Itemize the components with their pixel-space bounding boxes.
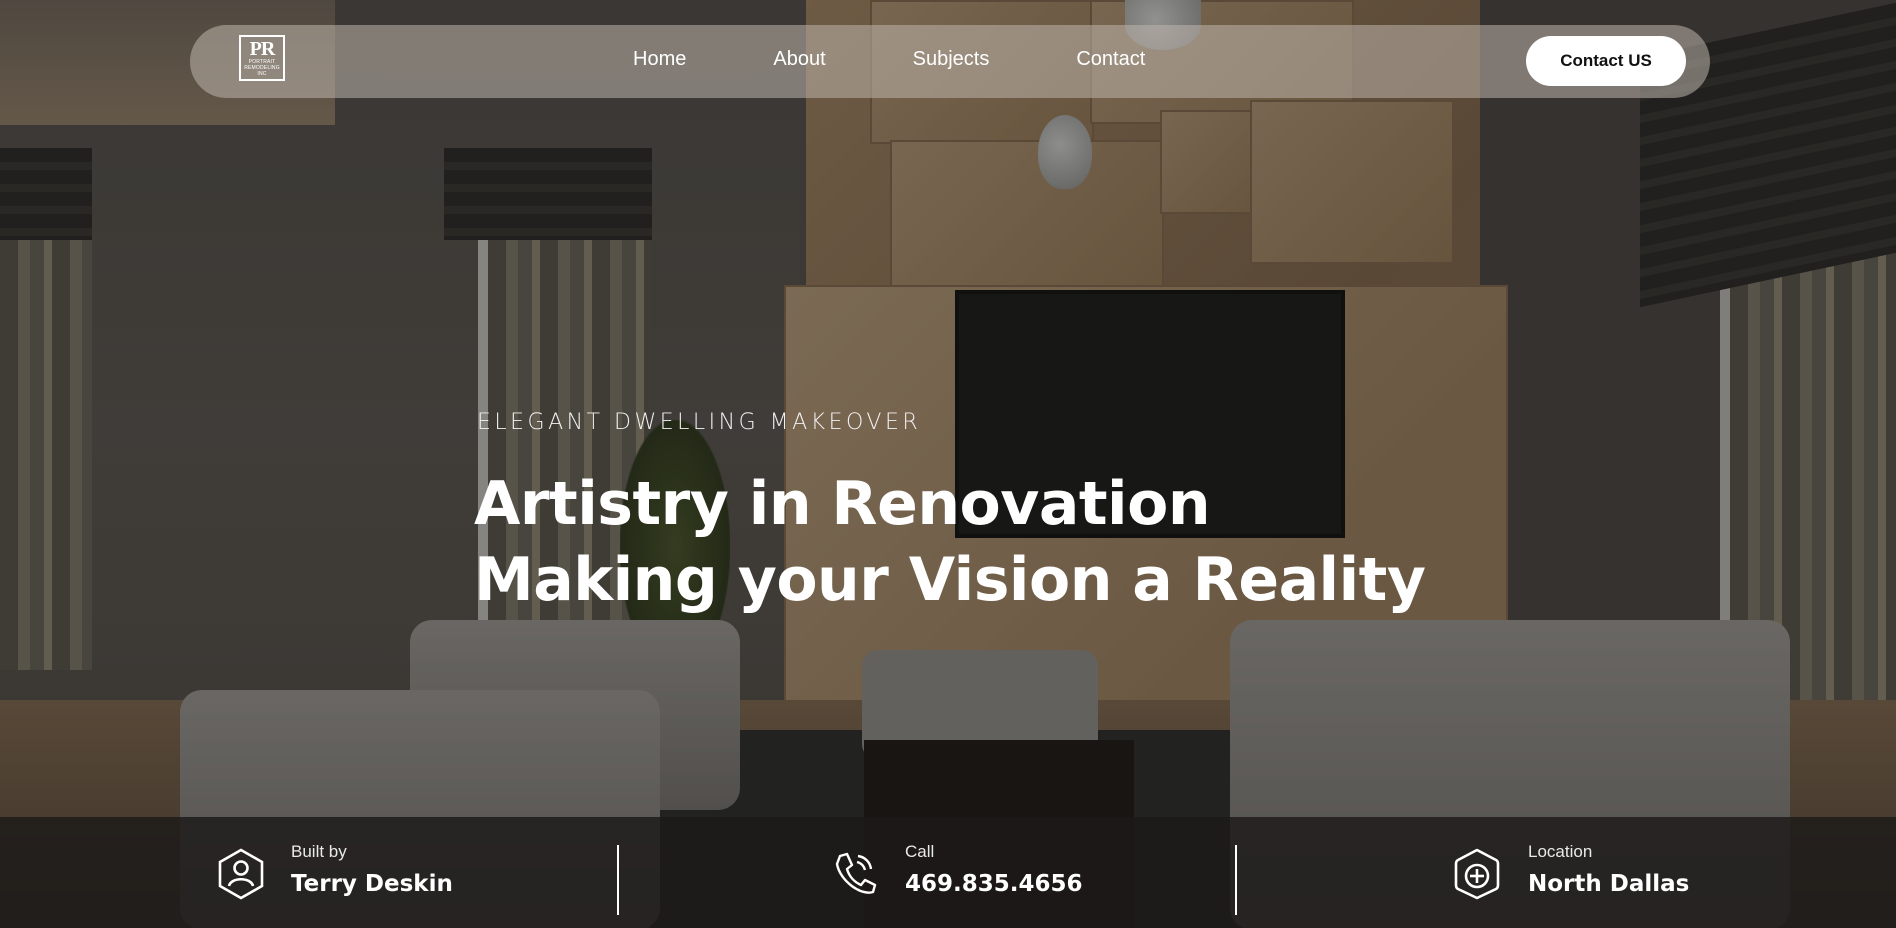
- location-value: North Dallas: [1528, 871, 1690, 897]
- contact-us-button[interactable]: Contact US: [1526, 36, 1686, 86]
- location-hexagon-icon: [1454, 848, 1500, 900]
- brand-logo[interactable]: PR PORTRAIT REMODELING INC: [239, 35, 285, 81]
- hero-title: Artistry in Renovation Making your Visio…: [474, 466, 1426, 618]
- nav-link-home[interactable]: Home: [633, 48, 686, 71]
- phone-number[interactable]: 469.835.4656: [905, 871, 1083, 897]
- info-divider: [1235, 845, 1237, 915]
- info-divider: [617, 845, 619, 915]
- logo-monogram: PR: [249, 38, 276, 60]
- nav-link-subjects[interactable]: Subjects: [913, 48, 990, 71]
- person-hexagon-icon: [218, 848, 264, 900]
- logo-subtext: PORTRAIT REMODELING INC: [244, 59, 280, 77]
- nav-links: Home About Subjects Contact: [633, 48, 1232, 71]
- nav-link-contact[interactable]: Contact: [1076, 48, 1145, 71]
- info-bar: Built by Terry Deskin Call 469.835.4656 …: [0, 817, 1896, 928]
- hero-dark-overlay: [0, 0, 1896, 928]
- location-label: Location: [1528, 842, 1593, 861]
- call-label: Call: [905, 842, 935, 861]
- top-navigation-bar: PR PORTRAIT REMODELING INC Home About Su…: [190, 25, 1710, 98]
- nav-link-about[interactable]: About: [773, 48, 825, 71]
- phone-icon: [835, 852, 877, 894]
- builder-label: Built by: [291, 842, 347, 861]
- hero-title-line-1: Artistry in Renovation: [474, 469, 1211, 539]
- hero-title-line-2: Making your Vision a Reality: [474, 545, 1426, 615]
- builder-name: Terry Deskin: [291, 871, 453, 897]
- hero-eyebrow: ELEGANT DWELLING MAKEOVER: [477, 410, 922, 435]
